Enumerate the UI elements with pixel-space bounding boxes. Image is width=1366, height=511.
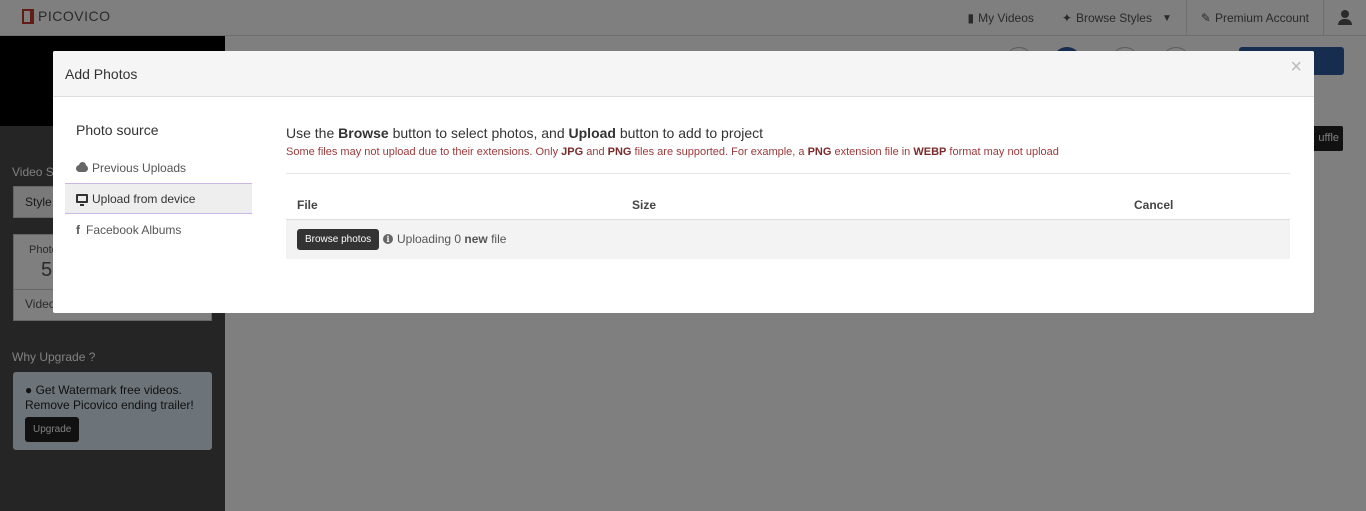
source-facebook-albums[interactable]: f Facebook Albums bbox=[65, 214, 252, 245]
warn-text: format may not upload bbox=[946, 146, 1059, 158]
instr-upload: Upload bbox=[568, 125, 616, 141]
instr-browse: Browse bbox=[338, 125, 389, 141]
upload-controls-row: Browse photos i Uploading 0 new file bbox=[286, 220, 1290, 259]
warn-jpg: JPG bbox=[561, 146, 584, 158]
instr-text: button to add to project bbox=[615, 125, 764, 141]
monitor-icon bbox=[76, 194, 88, 206]
col-file: File bbox=[297, 198, 318, 212]
source-label: Previous Uploads bbox=[92, 160, 187, 175]
photo-source-heading: Photo source bbox=[76, 122, 159, 138]
source-label: Upload from device bbox=[92, 191, 196, 206]
warn-text: and bbox=[583, 146, 608, 158]
add-photos-modal: Add Photos × Photo source Previous Uploa… bbox=[53, 51, 1314, 313]
col-size: Size bbox=[632, 198, 657, 212]
status-text: file bbox=[487, 232, 507, 246]
upload-status: i Uploading 0 new file bbox=[383, 232, 506, 246]
file-type-warning: Some files may not upload due to their e… bbox=[286, 146, 1059, 158]
info-icon: i bbox=[383, 234, 393, 244]
instr-text: Use the bbox=[286, 125, 339, 141]
warn-text: Some files may not upload due to their e… bbox=[286, 146, 562, 158]
col-cancel: Cancel bbox=[1134, 198, 1174, 212]
warn-text: extension file in bbox=[831, 146, 914, 158]
source-previous-uploads[interactable]: Previous Uploads bbox=[65, 152, 252, 183]
warn-png: PNG bbox=[807, 146, 832, 158]
source-label: Facebook Albums bbox=[86, 222, 182, 237]
browse-photos-button[interactable]: Browse photos bbox=[297, 229, 380, 250]
warn-webp: WEBP bbox=[913, 146, 947, 158]
warn-text: files are supported. For example, a bbox=[631, 146, 808, 158]
status-new: new bbox=[464, 232, 488, 246]
status-text: Uploading 0 bbox=[397, 232, 465, 246]
modal-title: Add Photos bbox=[65, 66, 138, 82]
upload-instructions: Use the Browse button to select photos, … bbox=[286, 125, 763, 141]
close-icon[interactable]: × bbox=[1290, 57, 1302, 77]
instr-text: button to select photos, and bbox=[388, 125, 569, 141]
facebook-icon: f bbox=[76, 222, 80, 237]
source-upload-from-device[interactable]: Upload from device bbox=[65, 183, 252, 214]
divider bbox=[286, 173, 1290, 174]
upload-table-header: File Size Cancel bbox=[286, 189, 1290, 220]
cloud-icon bbox=[76, 162, 88, 173]
modal-header: Add Photos × bbox=[53, 51, 1314, 97]
warn-png: PNG bbox=[607, 146, 632, 158]
